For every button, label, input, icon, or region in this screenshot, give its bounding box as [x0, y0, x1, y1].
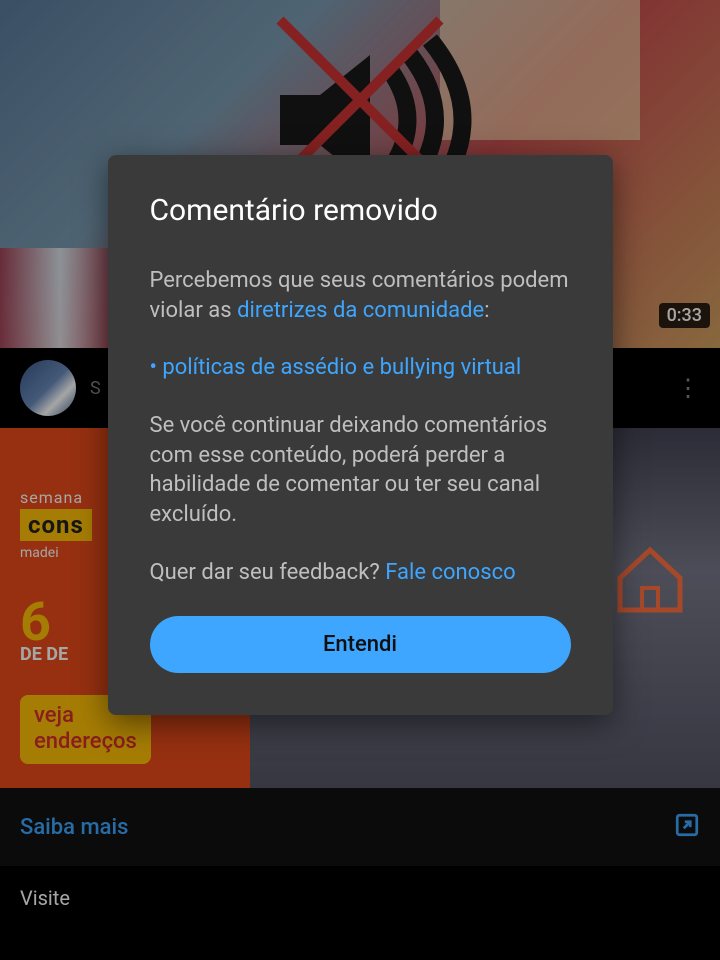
harassment-policy-link[interactable]: • políticas de assédio e bullying virtua… — [150, 355, 522, 380]
modal-body: Percebemos que seus comentários podem vi… — [150, 266, 571, 588]
modal-bullet: • políticas de assédio e bullying virtua… — [150, 353, 571, 383]
community-guidelines-link[interactable]: diretrizes da comunidade — [237, 298, 484, 323]
modal-paragraph-3: Quer dar seu feedback? Fale conosco — [150, 558, 571, 588]
modal-paragraph-2: Se você continuar deixando comentários c… — [150, 411, 571, 530]
contact-us-link[interactable]: Fale conosco — [385, 560, 515, 585]
comment-removed-modal: Comentário removido Percebemos que seus … — [108, 155, 613, 715]
understood-button[interactable]: Entendi — [150, 616, 571, 673]
modal-overlay: Comentário removido Percebemos que seus … — [0, 0, 720, 960]
modal-paragraph-1: Percebemos que seus comentários podem vi… — [150, 266, 571, 325]
modal-title: Comentário removido — [150, 193, 571, 228]
